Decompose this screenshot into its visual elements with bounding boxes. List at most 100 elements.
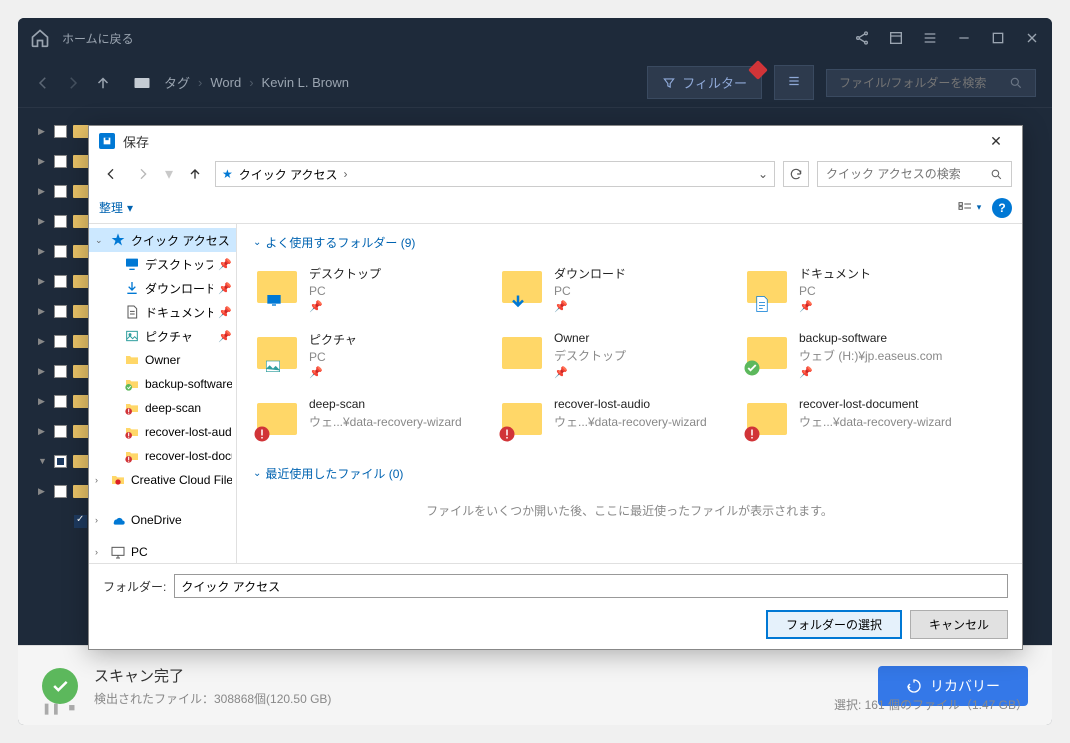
folder-location: PC: [309, 284, 484, 298]
sidebar-item-pc[interactable]: ›PC: [89, 540, 236, 563]
warn-folder-icon: [124, 448, 140, 464]
sidebar-item-check-folder[interactable]: backup-software: [89, 372, 236, 396]
folder-item[interactable]: recover-lost-audioウェ...¥data-recovery-wi…: [498, 393, 733, 445]
sidebar-item-cc[interactable]: ›Creative Cloud Files: [89, 468, 236, 492]
folder-text: recover-lost-audioウェ...¥data-recovery-wi…: [554, 397, 729, 432]
folder-text: ダウンロードPC📌: [554, 265, 729, 313]
pin-icon: 📌: [554, 366, 729, 379]
folder-icon: [257, 265, 301, 309]
chevron-down-icon: ⌄: [253, 237, 261, 248]
folder-item[interactable]: ダウンロードPC📌: [498, 261, 733, 317]
cancel-button[interactable]: キャンセル: [910, 610, 1008, 639]
pin-icon: 📌: [799, 366, 974, 379]
sidebar-item-star[interactable]: ⌄クイック アクセス: [89, 228, 236, 252]
desktop-icon: [124, 256, 140, 272]
section-recent-header[interactable]: ⌄ 最近使用したファイル (0): [253, 465, 1006, 482]
folder-item[interactable]: deep-scan ウェ...¥data-recovery-wizard: [253, 393, 488, 445]
folder-icon: [747, 331, 791, 375]
folder-name: デスクトップ: [309, 265, 484, 282]
download-icon: [508, 293, 530, 309]
folder-item[interactable]: Ownerデスクトップ📌: [498, 327, 733, 383]
sidebar-item-warn-folder[interactable]: recover-lost-document: [89, 444, 236, 468]
dlg-dropdown-icon[interactable]: ▾: [163, 162, 175, 186]
pictures-icon: [263, 359, 285, 375]
dlg-back-icon[interactable]: [99, 162, 123, 186]
folder-input[interactable]: [174, 574, 1008, 598]
expand-icon[interactable]: ›: [95, 547, 105, 557]
pc-icon: [110, 544, 126, 560]
folder-location: ウェ...¥data-recovery-wizard: [799, 413, 974, 430]
section-frequent-header[interactable]: ⌄ よく使用するフォルダー (9): [253, 234, 1006, 251]
folder-item[interactable]: ピクチャPC📌: [253, 327, 488, 383]
pin-icon: 📌: [218, 306, 232, 319]
sidebar-item-onedrive[interactable]: ›OneDrive: [89, 508, 236, 532]
save-icon: [99, 133, 115, 149]
folder-label: フォルダー:: [103, 578, 166, 595]
dialog-close-button[interactable]: ✕: [980, 129, 1012, 153]
help-button[interactable]: ?: [992, 198, 1012, 218]
warn-folder-icon: [124, 400, 140, 416]
folder-icon: [747, 397, 791, 441]
warn-folder-icon: [124, 424, 140, 440]
dlg-up-icon[interactable]: [183, 162, 207, 186]
folder-name: deep-scan: [309, 397, 484, 411]
button-row: フォルダーの選択 キャンセル: [103, 610, 1008, 639]
search-icon: [990, 168, 1003, 181]
dialog-toolbar: 整理 ▾ ▾ ?: [89, 192, 1022, 224]
dialog-footer: フォルダー: フォルダーの選択 キャンセル: [89, 563, 1022, 649]
folder-text: デスクトップPC📌: [309, 265, 484, 313]
address-dropdown-icon[interactable]: ⌄: [758, 167, 768, 181]
document-icon: [124, 304, 140, 320]
folder-location: PC: [554, 284, 729, 298]
warn-badge-icon: [498, 425, 516, 443]
sidebar-item-warn-folder[interactable]: deep-scan: [89, 396, 236, 420]
desktop-icon: [263, 293, 285, 309]
pin-icon: 📌: [218, 282, 232, 295]
pin-icon: 📌: [309, 366, 484, 379]
folder-name: recover-lost-audio: [554, 397, 729, 411]
folder-item[interactable]: ドキュメントPC📌: [743, 261, 978, 317]
warn-badge-icon: [253, 425, 271, 443]
view-options-button[interactable]: ▾: [952, 196, 984, 220]
dialog-titlebar: 保存 ✕: [89, 126, 1022, 156]
pin-icon: 📌: [799, 300, 974, 313]
expand-icon[interactable]: ›: [95, 475, 105, 485]
sidebar-item-label: backup-software: [145, 377, 232, 391]
sidebar-item-desktop[interactable]: デスクトップ📌: [89, 252, 236, 276]
sidebar-item-document[interactable]: ドキュメント📌: [89, 300, 236, 324]
sidebar-item-label: ピクチャ: [145, 328, 213, 345]
folder-grid: デスクトップPC📌ダウンロードPC📌ドキュメントPC📌ピクチャPC📌Ownerデ…: [253, 261, 1006, 445]
star-icon: [110, 232, 126, 248]
folder-icon: [747, 265, 791, 309]
pin-icon: 📌: [218, 258, 232, 271]
select-folder-button[interactable]: フォルダーの選択: [766, 610, 902, 639]
section-frequent-label: よく使用するフォルダー (9): [265, 234, 415, 251]
folder-item[interactable]: backup-softwareウェブ (H:)¥jp.easeus.com📌: [743, 327, 978, 383]
folder-location: ウェブ (H:)¥jp.easeus.com: [799, 347, 974, 364]
dialog-search-input[interactable]: [826, 167, 990, 181]
sidebar-item-download[interactable]: ダウンロード📌: [89, 276, 236, 300]
sidebar-item-warn-folder[interactable]: recover-lost-audio: [89, 420, 236, 444]
sidebar-item-folder[interactable]: Owner: [89, 348, 236, 372]
address-bar[interactable]: ★ クイック アクセス › ⌄: [215, 161, 775, 187]
dialog-overlay: 保存 ✕ ▾ ★ クイック アクセス › ⌄ 整理 ▾: [0, 0, 1070, 743]
dlg-forward-icon[interactable]: [131, 162, 155, 186]
folder-location: ウェ...¥data-recovery-wizard: [309, 413, 484, 430]
folder-location: PC: [309, 350, 484, 364]
dialog-search-box[interactable]: [817, 161, 1012, 187]
pictures-icon: [124, 328, 140, 344]
folder-icon: [502, 397, 546, 441]
document-icon: [753, 293, 775, 309]
folder-item[interactable]: デスクトップPC📌: [253, 261, 488, 317]
refresh-button[interactable]: [783, 161, 809, 187]
sidebar-item-pictures[interactable]: ピクチャ 📌: [89, 324, 236, 348]
organize-button[interactable]: 整理 ▾: [99, 199, 133, 216]
expand-icon[interactable]: ›: [95, 515, 105, 525]
check-folder-icon: [124, 376, 140, 392]
expand-icon[interactable]: ⌄: [95, 235, 105, 246]
folder-item[interactable]: recover-lost-documentウェ...¥data-recovery…: [743, 393, 978, 445]
folder-text: Ownerデスクトップ📌: [554, 331, 729, 379]
dialog-body: ⌄クイック アクセスデスクトップ📌ダウンロード📌ドキュメント📌ピクチャ📌Owne…: [89, 224, 1022, 563]
pin-icon: 📌: [218, 330, 232, 343]
save-dialog: 保存 ✕ ▾ ★ クイック アクセス › ⌄ 整理 ▾: [88, 125, 1023, 650]
